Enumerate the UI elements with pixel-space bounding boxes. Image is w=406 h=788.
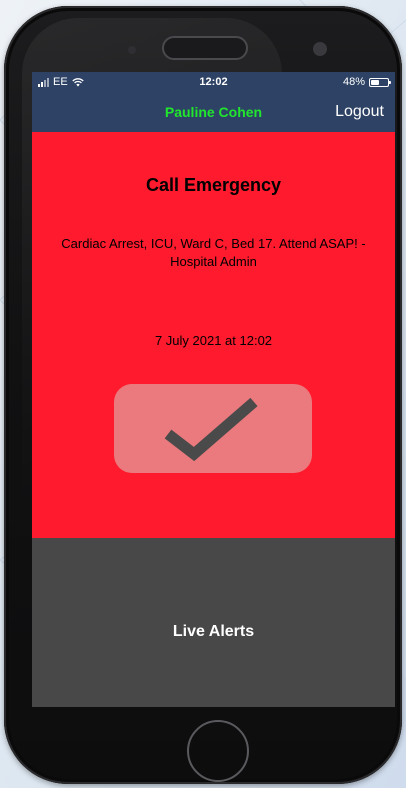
navigation-bar: Pauline Cohen Logout	[32, 92, 395, 132]
battery-level-fill	[371, 79, 379, 85]
status-time: 12:02	[199, 76, 228, 88]
status-right: 48%	[269, 76, 391, 88]
front-camera	[128, 46, 136, 54]
status-bar: EE 12:02 48%	[32, 72, 395, 92]
proximity-sensor	[313, 42, 327, 56]
status-left: EE	[38, 76, 158, 88]
signal-strength-icon	[38, 77, 49, 87]
app-screen: EE 12:02 48% Pauline Cohen Logout Call E…	[32, 72, 395, 707]
battery-icon	[369, 77, 391, 87]
acknowledge-button[interactable]	[114, 384, 312, 473]
wifi-icon	[72, 77, 84, 86]
footer-panel: Live Alerts	[32, 538, 395, 707]
checkmark-icon	[164, 397, 258, 461]
alert-datetime: 7 July 2021 at 12:02	[154, 333, 273, 348]
earpiece-speaker	[162, 36, 248, 60]
live-alerts-button[interactable]: Live Alerts	[32, 622, 395, 642]
emergency-alert-panel: Call Emergency Cardiac Arrest, ICU, Ward…	[32, 132, 395, 538]
alert-title: Call Emergency	[145, 175, 282, 195]
carrier-name: EE	[53, 76, 68, 88]
logout-button[interactable]: Logout	[335, 103, 384, 121]
battery-percentage: 48%	[342, 76, 365, 88]
home-button[interactable]	[187, 720, 249, 782]
alert-message: Cardiac Arrest, ICU, Ward C, Bed 17. Att…	[61, 236, 366, 269]
